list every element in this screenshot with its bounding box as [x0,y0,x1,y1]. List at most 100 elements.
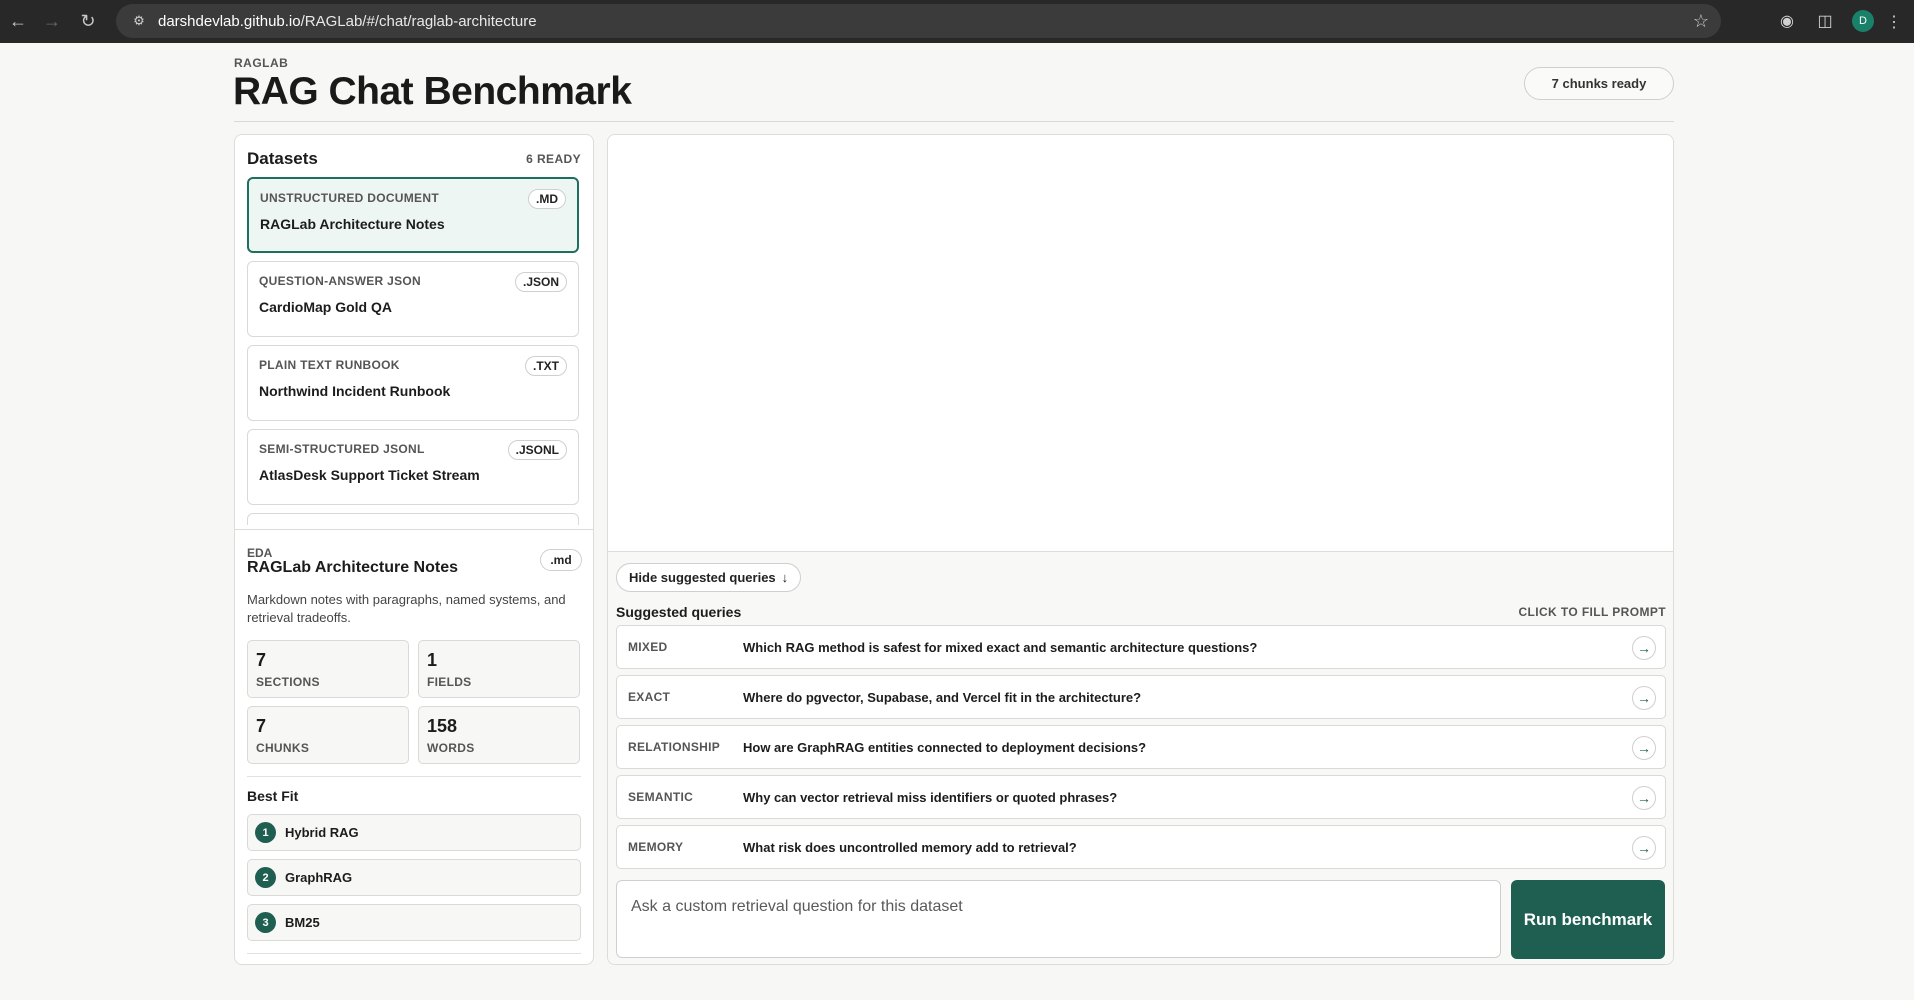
eda-title: RAGLab Architecture Notes [247,559,458,576]
dataset-ext-badge: .JSON [514,272,567,292]
suggested-query-list: MIXED Which RAG method is safest for mix… [616,625,1666,875]
best-fit-item: 3 BM25 [247,904,581,941]
best-fit-list: 1 Hybrid RAG 2 GraphRAG 3 BM25 [247,814,581,949]
browser-toolbar: ← → ↻ ⚙ darshdevlab.github.io/RAGLab/#/c… [0,0,1914,43]
query-text: Why can vector retrieval miss identifier… [743,789,1118,805]
forward-icon[interactable]: → [34,3,70,39]
menu-icon[interactable]: ⋮ [1886,12,1902,32]
prompt-input[interactable] [616,880,1501,958]
puzzle-icon[interactable]: ◫ [1814,10,1836,32]
rank-badge: 1 [255,822,276,843]
dataset-panel: Datasets 6 READY UNSTRUCTURED DOCUMENT .… [234,134,594,965]
url-host: darshdevlab.github.io [158,12,301,30]
method-name: Hybrid RAG [285,825,359,840]
brand-label: RAGLAB [234,56,289,70]
dataset-type: UNSTRUCTURED DOCUMENT [260,191,439,205]
best-fit-divider [247,776,581,777]
rank-badge: 2 [255,867,276,888]
arrow-right-icon[interactable]: → [1632,636,1656,660]
site-settings-icon[interactable]: ⚙ [130,12,148,30]
best-fit-item: 1 Hybrid RAG [247,814,581,851]
datasets-count: 6 READY [526,152,581,166]
header-divider [234,121,1674,122]
method-name: GraphRAG [285,870,353,885]
dataset-card-partial[interactable] [247,513,579,525]
dataset-card-atlasdesk[interactable]: SEMI-STRUCTURED JSONL .JSONL AtlasDesk S… [247,429,579,505]
query-category: EXACT [628,690,671,704]
suggested-queries-hint: CLICK TO FILL PROMPT [1518,605,1666,619]
profile-avatar[interactable]: D [1852,10,1874,32]
eda-label: EDA [247,546,273,560]
suggested-query-exact[interactable]: EXACT Where do pgvector, Supabase, and V… [616,675,1666,719]
stat-card-chunks: 7 CHUNKS [247,706,409,764]
dataset-type: PLAIN TEXT RUNBOOK [259,358,400,372]
dataset-name: CardioMap Gold QA [259,299,392,315]
arrow-right-icon[interactable]: → [1632,736,1656,760]
query-category: MIXED [628,640,668,654]
dataset-name: AtlasDesk Support Ticket Stream [259,467,480,483]
hide-button-label: Hide suggested queries [629,570,776,585]
reload-icon[interactable]: ↻ [70,3,106,39]
chat-panel: Hide suggested queries ↓ Suggested queri… [607,134,1674,965]
bookmark-star-icon[interactable]: ☆ [1693,11,1709,32]
stat-card-sections: 7 SECTIONS [247,640,409,698]
arrow-right-icon[interactable]: → [1632,686,1656,710]
eda-description: Markdown notes with paragraphs, named sy… [247,592,566,625]
query-category: SEMANTIC [628,790,694,804]
stat-label: FIELDS [427,675,472,689]
dataset-type: SEMI-STRUCTURED JSONL [259,442,425,456]
query-category: RELATIONSHIP [628,740,721,754]
query-category: MEMORY [628,840,684,854]
dataset-ext-badge: .MD [528,189,566,209]
run-benchmark-button[interactable]: Run benchmark [1511,880,1665,959]
stat-card-fields: 1 FIELDS [418,640,580,698]
dataset-name: Northwind Incident Runbook [259,383,451,399]
query-text: How are GraphRAG entities connected to d… [743,739,1147,755]
dataset-type: QUESTION-ANSWER JSON [259,274,422,288]
suggested-query-memory[interactable]: MEMORY What risk does uncontrolled memor… [616,825,1666,869]
back-icon[interactable]: ← [0,3,36,39]
status-badge: 7 chunks ready [1524,67,1674,100]
stat-label: WORDS [427,741,475,755]
url-text[interactable]: darshdevlab.github.io/RAGLab/#/chat/ragl… [158,13,537,30]
query-text: Where do pgvector, Supabase, and Vercel … [743,689,1142,705]
stat-value: 7 [256,650,267,670]
stat-grid: 7 SECTIONS 1 FIELDS 7 CHUNKS 158 WORDS [247,640,583,764]
dataset-card-cardiomap[interactable]: QUESTION-ANSWER JSON .JSON CardioMap Gol… [247,261,579,337]
hide-suggested-queries-button[interactable]: Hide suggested queries ↓ [616,563,802,592]
eda-ext-badge: .md [540,549,582,571]
suggested-query-semantic[interactable]: SEMANTIC Why can vector retrieval miss i… [616,775,1666,819]
best-fit-title: Best Fit [247,788,299,804]
panel-bottom-divider [247,953,581,954]
query-text: Which RAG method is safest for mixed exa… [743,639,1258,655]
arrow-right-icon[interactable]: → [1632,786,1656,810]
chat-transcript [608,135,1673,551]
dataset-name: RAGLab Architecture Notes [260,216,445,232]
stat-label: CHUNKS [256,741,310,755]
arrow-right-icon[interactable]: → [1632,836,1656,860]
query-composer: Hide suggested queries ↓ Suggested queri… [608,552,1673,964]
stat-value: 7 [256,716,267,736]
dataset-ext-badge: .JSONL [507,440,567,460]
arrow-down-icon: ↓ [781,570,789,585]
page-title: RAG Chat Benchmark [233,70,632,113]
query-text: What risk does uncontrolled memory add t… [743,839,1077,855]
address-bar[interactable]: ⚙ darshdevlab.github.io/RAGLab/#/chat/ra… [116,4,1721,38]
suggested-query-mixed[interactable]: MIXED Which RAG method is safest for mix… [616,625,1666,669]
dataset-list[interactable]: UNSTRUCTURED DOCUMENT .MD RAGLab Archite… [247,177,581,525]
extension-icon[interactable]: ◉ [1776,10,1798,32]
datasets-title: Datasets [247,149,318,168]
method-name: BM25 [285,915,320,930]
stat-value: 158 [427,716,458,736]
url-path: /RAGLab/#/chat/raglab-architecture [300,12,537,30]
best-fit-item: 2 GraphRAG [247,859,581,896]
stat-value: 1 [427,650,438,670]
stat-label: SECTIONS [256,675,320,689]
stat-card-words: 158 WORDS [418,706,580,764]
dataset-ext-badge: .TXT [525,356,567,376]
dataset-card-northwind[interactable]: PLAIN TEXT RUNBOOK .TXT Northwind Incide… [247,345,579,421]
suggested-query-relationship[interactable]: RELATIONSHIP How are GraphRAG entities c… [616,725,1666,769]
panel-divider [235,529,593,530]
dataset-card-raglab[interactable]: UNSTRUCTURED DOCUMENT .MD RAGLab Archite… [247,177,579,253]
rank-badge: 3 [255,912,276,933]
